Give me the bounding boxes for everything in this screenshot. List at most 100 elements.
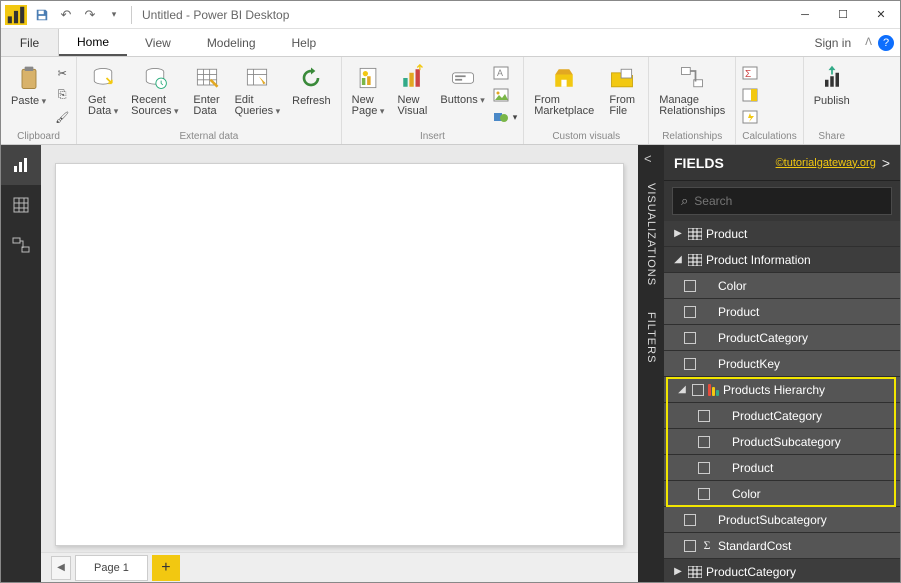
checkbox[interactable] <box>684 514 696 526</box>
checkbox[interactable] <box>684 332 696 344</box>
field-productcategory[interactable]: ProductCategory <box>664 325 900 351</box>
report-canvas[interactable] <box>55 163 624 546</box>
save-icon[interactable] <box>31 4 53 26</box>
copy-button[interactable]: ⎘ <box>54 85 70 105</box>
refresh-button[interactable]: Refresh <box>288 61 335 109</box>
expand-panels-icon[interactable]: < <box>644 151 652 166</box>
maximize-button[interactable]: ☐ <box>824 2 862 28</box>
from-file-button[interactable]: From File <box>602 61 642 119</box>
page-tab-1[interactable]: Page 1 <box>75 555 148 581</box>
quick-measure-icon <box>742 109 758 125</box>
new-measure-button[interactable]: Σ <box>742 63 790 83</box>
table-product[interactable]: ▶ Product <box>664 221 900 247</box>
publish-icon <box>817 63 847 93</box>
tab-home[interactable]: Home <box>59 29 127 56</box>
hfield-productsubcategory[interactable]: ProductSubcategory <box>664 429 900 455</box>
image-button[interactable] <box>493 85 518 105</box>
hfield-color[interactable]: Color <box>664 481 900 507</box>
tab-modeling[interactable]: Modeling <box>189 29 274 56</box>
checkbox[interactable] <box>692 384 704 396</box>
table-product-information[interactable]: ◢ Product Information <box>664 247 900 273</box>
tab-help[interactable]: Help <box>274 29 335 56</box>
collapse-fields-icon[interactable]: > <box>882 155 890 171</box>
report-view-button[interactable] <box>1 145 41 185</box>
checkbox[interactable] <box>698 410 710 422</box>
new-page-button[interactable]: New Page <box>348 61 389 119</box>
checkbox[interactable] <box>684 280 696 292</box>
ribbon-group-calculations: Σ Calculations <box>736 57 803 144</box>
model-view-button[interactable] <box>1 225 41 265</box>
brush-icon: 🖌 <box>54 109 70 125</box>
paste-button[interactable]: Paste <box>7 61 50 109</box>
tab-view[interactable]: View <box>127 29 189 56</box>
recent-sources-button[interactable]: Recent Sources <box>127 61 182 119</box>
field-standardcost[interactable]: ΣStandardCost <box>664 533 900 559</box>
checkbox[interactable] <box>698 462 710 474</box>
checkbox[interactable] <box>698 436 710 448</box>
checkbox[interactable] <box>684 358 696 370</box>
edit-queries-icon <box>242 63 272 93</box>
table-productcategory[interactable]: ▶ ProductCategory <box>664 559 900 582</box>
table-icon <box>688 254 702 266</box>
column-icon <box>742 87 758 103</box>
hfield-productcategory[interactable]: ProductCategory <box>664 403 900 429</box>
fields-tree: ▶ Product ◢ Product Information Color Pr… <box>664 221 900 582</box>
clipboard-icon <box>14 63 44 93</box>
close-button[interactable]: ✕ <box>862 2 900 28</box>
table-icon <box>688 566 702 578</box>
svg-text:A: A <box>497 68 503 78</box>
new-quick-measure-button[interactable] <box>742 107 790 127</box>
svg-text:Σ: Σ <box>745 69 751 80</box>
body: ◀ Page 1 + < VISUALIZATIONS FILTERS FIEL… <box>1 145 900 582</box>
shapes-icon <box>493 109 509 125</box>
cut-button[interactable]: ✂ <box>54 63 70 83</box>
redo-icon[interactable]: ↷ <box>79 4 101 26</box>
collapse-icon[interactable]: ◢ <box>672 254 684 265</box>
file-menu[interactable]: File <box>1 29 59 56</box>
search-input[interactable] <box>694 194 883 208</box>
new-page-icon <box>353 63 383 93</box>
format-painter-button[interactable]: 🖌 <box>54 107 70 127</box>
field-productsubcategory[interactable]: ProductSubcategory <box>664 507 900 533</box>
add-page-button[interactable]: + <box>152 555 180 581</box>
ribbon-group-external-data: Get Data Recent Sources Enter Data Edit … <box>77 57 341 144</box>
hierarchy-products[interactable]: ◢ Products Hierarchy <box>664 377 900 403</box>
minimize-button[interactable]: ─ <box>786 2 824 28</box>
checkbox[interactable] <box>698 488 710 500</box>
group-label: Share <box>810 129 854 142</box>
new-visual-button[interactable]: New Visual <box>392 61 432 119</box>
field-productkey[interactable]: ProductKey <box>664 351 900 377</box>
checkbox[interactable] <box>684 540 696 552</box>
edit-queries-button[interactable]: Edit Queries <box>231 61 285 119</box>
group-label: Custom visuals <box>530 129 642 142</box>
enter-data-button[interactable]: Enter Data <box>187 61 227 119</box>
field-product[interactable]: Product <box>664 299 900 325</box>
collapse-icon[interactable]: ◢ <box>676 384 688 395</box>
undo-icon[interactable]: ↶ <box>55 4 77 26</box>
publish-button[interactable]: Publish <box>810 61 854 109</box>
page-nav-collapse[interactable]: ◀ <box>51 556 71 580</box>
from-marketplace-button[interactable]: From Marketplace <box>530 61 598 119</box>
filters-panel-label[interactable]: FILTERS <box>645 312 657 363</box>
text-box-button[interactable]: A <box>493 63 518 83</box>
ribbon-group-custom-visuals: From Marketplace From File Custom visual… <box>524 57 649 144</box>
hfield-product[interactable]: Product <box>664 455 900 481</box>
sign-in-link[interactable]: Sign in <box>806 36 859 50</box>
checkbox[interactable] <box>684 306 696 318</box>
shapes-button[interactable]: ▾ <box>493 107 518 127</box>
collapse-ribbon-icon[interactable]: ᐱ <box>865 37 872 48</box>
visualizations-panel-label[interactable]: VISUALIZATIONS <box>645 183 657 286</box>
get-data-button[interactable]: Get Data <box>83 61 123 119</box>
new-column-button[interactable] <box>742 85 790 105</box>
help-icon[interactable]: ? <box>878 35 894 51</box>
buttons-button[interactable]: Buttons <box>436 61 488 108</box>
quick-access-toolbar: ↶ ↷ ▾ <box>31 4 125 26</box>
expand-icon[interactable]: ▶ <box>672 228 684 239</box>
data-view-button[interactable] <box>1 185 41 225</box>
expand-icon[interactable]: ▶ <box>672 566 684 577</box>
get-data-icon <box>88 63 118 93</box>
fields-search[interactable]: ⌕ <box>672 187 892 215</box>
qat-dropdown-icon[interactable]: ▾ <box>103 4 125 26</box>
manage-relationships-button[interactable]: Manage Relationships <box>655 61 729 119</box>
field-color[interactable]: Color <box>664 273 900 299</box>
